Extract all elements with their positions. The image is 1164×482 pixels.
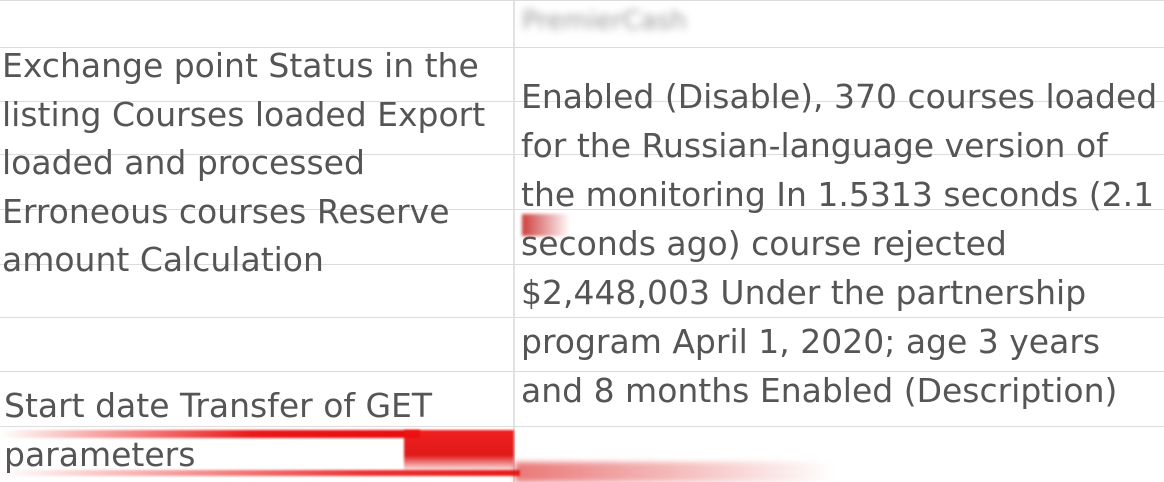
redaction-mark — [404, 430, 514, 472]
redaction-mark — [515, 462, 835, 482]
right-cell-values: Enabled (Disable), 370 courses loaded fo… — [521, 77, 1158, 410]
left-cell-labels: Exchange point Status in the listing Cou… — [2, 46, 486, 279]
redaction-mark — [0, 470, 520, 476]
redaction-mark — [522, 214, 570, 236]
column-divider — [513, 0, 515, 482]
redaction-mark — [0, 430, 420, 438]
row-divider — [0, 0, 1164, 1]
blurred-header-label: PremierCash — [522, 6, 687, 36]
